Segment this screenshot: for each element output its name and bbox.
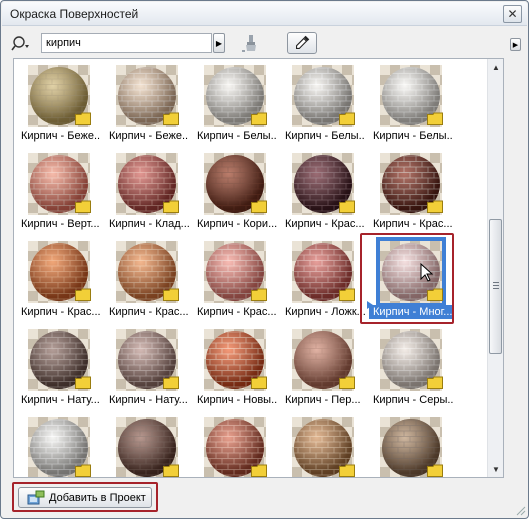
folder-icon: [427, 464, 443, 477]
folder-icon: [75, 112, 91, 125]
toolbar: ▶ ▶: [9, 31, 521, 55]
arrow-down-icon: ▼: [492, 464, 500, 474]
material-label: Кирпич - Белы...: [285, 130, 365, 142]
selected-tile-highlight: [360, 233, 454, 324]
folder-icon: [163, 200, 179, 213]
folder-icon: [339, 112, 355, 125]
folder-icon: [339, 464, 355, 477]
scroll-thumb[interactable]: [489, 219, 502, 354]
material-label: Кирпич - Беже...: [109, 130, 189, 142]
vertical-scrollbar[interactable]: ▲ ▼: [487, 59, 503, 477]
material-tile[interactable]: Кирпич - Серы...: [366, 323, 454, 411]
material-label: Кирпич - Клад...: [109, 218, 189, 230]
material-tile[interactable]: [14, 411, 102, 477]
search-options-button[interactable]: ▶: [213, 33, 225, 53]
folder-icon: [251, 288, 267, 301]
eyedropper-icon: [296, 35, 310, 49]
material-tile[interactable]: Кирпич - Верт...: [14, 147, 102, 235]
folder-icon: [427, 376, 443, 389]
folder-icon: [163, 464, 179, 477]
folder-icon: [75, 376, 91, 389]
material-tile[interactable]: Кирпич - Крас...: [14, 235, 102, 323]
folder-icon: [427, 200, 443, 213]
panel-expand-button[interactable]: ▶: [510, 38, 521, 51]
material-tile[interactable]: Кирпич - Крас...: [366, 147, 454, 235]
add-button-label: Добавить в Проект: [49, 491, 146, 504]
chevron-right-icon: ▶: [512, 41, 519, 49]
scroll-down-button[interactable]: ▼: [488, 461, 503, 477]
material-tile[interactable]: Кирпич - Крас...: [278, 147, 366, 235]
title-bar: Окраска Поверхностей ✕: [2, 2, 527, 26]
material-label: Кирпич - Крас...: [21, 306, 101, 318]
material-label: Кирпич - Серы...: [373, 394, 453, 406]
chevron-right-icon: ▶: [215, 38, 223, 48]
resize-grip-icon[interactable]: [514, 504, 526, 516]
material-tile[interactable]: Кирпич - Клад...: [102, 147, 190, 235]
material-label: Кирпич - Кори...: [197, 218, 277, 230]
material-tile[interactable]: Кирпич - Беже...: [14, 59, 102, 147]
surface-painter-window: Окраска Поверхностей ✕ ▶ ▶: [0, 0, 529, 519]
material-grid: Кирпич - Беже... Кирпич - Беже... Кирпич -…: [13, 58, 504, 478]
material-tile[interactable]: [102, 411, 190, 477]
material-tile[interactable]: [366, 411, 454, 477]
material-tile[interactable]: [278, 411, 366, 477]
folder-icon: [163, 376, 179, 389]
close-icon: ✕: [507, 7, 518, 21]
material-tile[interactable]: Кирпич - Белы...: [190, 59, 278, 147]
material-label: Кирпич - Крас...: [109, 306, 189, 318]
window-title: Окраска Поверхностей: [10, 7, 139, 21]
material-tile[interactable]: Кирпич - Новы...: [190, 323, 278, 411]
folder-icon: [339, 376, 355, 389]
folder-icon: [339, 200, 355, 213]
brush-icon[interactable]: [240, 33, 262, 53]
material-label: Кирпич - Крас...: [373, 218, 453, 230]
material-tiles: Кирпич - Беже... Кирпич - Беже... Кирпич -…: [14, 59, 488, 477]
folder-icon: [251, 112, 267, 125]
material-label: Кирпич - Беже...: [21, 130, 101, 142]
material-tile[interactable]: Кирпич - Нату...: [14, 323, 102, 411]
search-input[interactable]: [41, 33, 212, 53]
material-label: Кирпич - Верт...: [21, 218, 100, 230]
folder-icon: [163, 288, 179, 301]
material-tile[interactable]: Кирпич - Пер...: [278, 323, 366, 411]
search-icon[interactable]: [11, 34, 33, 52]
add-to-project-icon: [27, 490, 45, 505]
material-tile[interactable]: Кирпич - Крас...: [102, 235, 190, 323]
folder-icon: [163, 112, 179, 125]
folder-icon: [251, 464, 267, 477]
folder-icon: [75, 200, 91, 213]
eyedropper-button[interactable]: [287, 32, 317, 54]
material-label: Кирпич - Новы...: [197, 394, 277, 406]
material-tile[interactable]: Кирпич - Белы...: [278, 59, 366, 147]
scroll-up-button[interactable]: ▲: [488, 59, 503, 75]
material-label: Кирпич - Белы...: [197, 130, 277, 142]
material-label: Кирпич - Пер...: [285, 394, 361, 406]
material-tile[interactable]: Кирпич - Белы...: [366, 59, 454, 147]
material-tile[interactable]: Кирпич - Мног...: [360, 233, 454, 324]
material-tile[interactable]: Кирпич - Нату...: [102, 323, 190, 411]
add-to-project-button[interactable]: Добавить в Проект: [18, 487, 152, 508]
close-button[interactable]: ✕: [503, 5, 522, 23]
grip-icon: [493, 282, 499, 289]
folder-icon: [251, 200, 267, 213]
folder-icon: [251, 376, 267, 389]
material-tile[interactable]: Кирпич - Кори...: [190, 147, 278, 235]
folder-icon: [75, 288, 91, 301]
material-label: Кирпич - Нату...: [109, 394, 188, 406]
material-tile[interactable]: Кирпич - Беже...: [102, 59, 190, 147]
material-tile[interactable]: Кирпич - Ложк...: [278, 235, 366, 323]
material-label: Кирпич - Ложк...: [285, 306, 365, 318]
material-label: Кирпич - Крас...: [197, 306, 277, 318]
material-tile[interactable]: [190, 411, 278, 477]
material-label: Кирпич - Белы...: [373, 130, 453, 142]
folder-icon: [339, 288, 355, 301]
material-label: Кирпич - Нату...: [21, 394, 100, 406]
material-tile[interactable]: Кирпич - Крас...: [190, 235, 278, 323]
folder-icon: [75, 464, 91, 477]
material-label: Кирпич - Крас...: [285, 218, 365, 230]
arrow-up-icon: ▲: [492, 62, 500, 72]
folder-icon: [427, 112, 443, 125]
